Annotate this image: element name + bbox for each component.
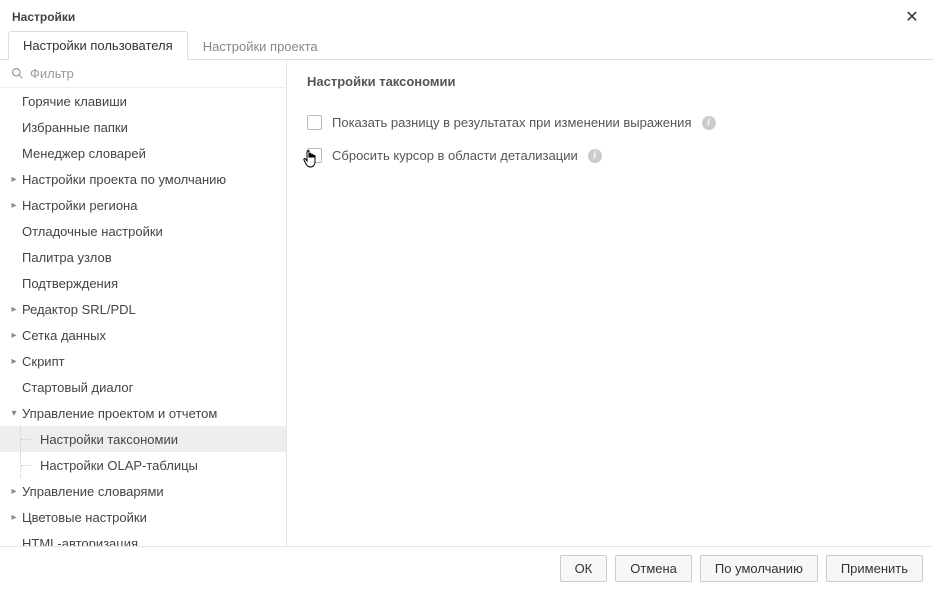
option-reset-cursor: Сбросить курсор в области детализации i (307, 148, 913, 163)
info-icon[interactable]: i (588, 149, 602, 163)
tree-branch-icon (20, 452, 38, 478)
caret-right-icon: ▸ (8, 330, 20, 341)
content-panel: Настройки таксономии Показать разницу в … (287, 60, 933, 546)
filter-input[interactable] (30, 66, 276, 81)
tree-item-debug-settings[interactable]: ▸Отладочные настройки (0, 218, 286, 244)
caret-right-icon: ▸ (8, 174, 20, 185)
option-label: Показать разницу в результатах при измен… (332, 115, 692, 130)
caret-down-icon: ▾ (8, 408, 20, 419)
tree-item-node-palette[interactable]: ▸Палитра узлов (0, 244, 286, 270)
tree-item-confirmations[interactable]: ▸Подтверждения (0, 270, 286, 296)
tree-item-taxonomy-settings[interactable]: Настройки таксономии (0, 426, 286, 452)
settings-tree[interactable]: ▸Горячие клавиши ▸Избранные папки ▸Менед… (0, 88, 286, 546)
tree-item-srl-pdl-editor[interactable]: ▸Редактор SRL/PDL (0, 296, 286, 322)
ok-button[interactable]: ОК (560, 555, 608, 582)
caret-right-icon: ▸ (8, 512, 20, 523)
cancel-button[interactable]: Отмена (615, 555, 692, 582)
section-title: Настройки таксономии (307, 74, 913, 89)
filter-row (0, 60, 286, 88)
tree-item-default-project-settings[interactable]: ▸Настройки проекта по умолчанию (0, 166, 286, 192)
tree-branch-icon (20, 426, 38, 452)
sidebar: ▸Горячие клавиши ▸Избранные папки ▸Менед… (0, 60, 287, 546)
option-label: Сбросить курсор в области детализации (332, 148, 578, 163)
info-icon[interactable]: i (702, 116, 716, 130)
tree-item-dictionary-management[interactable]: ▸Управление словарями (0, 478, 286, 504)
window-title: Настройки (12, 10, 75, 24)
tree-item-start-dialog[interactable]: ▸Стартовый диалог (0, 374, 286, 400)
caret-right-icon: ▸ (8, 486, 20, 497)
tree-item-dictionary-manager[interactable]: ▸Менеджер словарей (0, 140, 286, 166)
dialog-body: ▸Горячие клавиши ▸Избранные папки ▸Менед… (0, 60, 933, 546)
tree-item-hotkeys[interactable]: ▸Горячие клавиши (0, 88, 286, 114)
tree-item-script[interactable]: ▸Скрипт (0, 348, 286, 374)
tab-project-settings[interactable]: Настройки проекта (188, 32, 333, 60)
option-show-diff: Показать разницу в результатах при измен… (307, 115, 913, 130)
tree-item-color-settings[interactable]: ▸Цветовые настройки (0, 504, 286, 530)
tree-item-olap-settings[interactable]: Настройки OLAP-таблицы (0, 452, 286, 478)
tree-item-html-authorization[interactable]: ▸HTML-авторизация (0, 530, 286, 546)
close-icon[interactable]: ✕ (903, 7, 921, 27)
defaults-button[interactable]: По умолчанию (700, 555, 818, 582)
tabs: Настройки пользователя Настройки проекта (0, 32, 933, 60)
checkbox-reset-cursor[interactable] (307, 148, 322, 163)
tab-user-settings[interactable]: Настройки пользователя (8, 31, 188, 60)
search-icon (10, 67, 24, 81)
checkbox-show-diff[interactable] (307, 115, 322, 130)
caret-right-icon: ▸ (8, 200, 20, 211)
tree-item-project-report-management[interactable]: ▾Управление проектом и отчетом (0, 400, 286, 426)
dialog-footer: ОК Отмена По умолчанию Применить (0, 546, 933, 590)
caret-right-icon: ▸ (8, 356, 20, 367)
apply-button[interactable]: Применить (826, 555, 923, 582)
tree-item-region-settings[interactable]: ▸Настройки региона (0, 192, 286, 218)
titlebar: Настройки ✕ (0, 0, 933, 32)
tree-item-favorite-folders[interactable]: ▸Избранные папки (0, 114, 286, 140)
tree-item-data-grid[interactable]: ▸Сетка данных (0, 322, 286, 348)
caret-right-icon: ▸ (8, 304, 20, 315)
settings-dialog: Настройки ✕ Настройки пользователя Настр… (0, 0, 933, 590)
